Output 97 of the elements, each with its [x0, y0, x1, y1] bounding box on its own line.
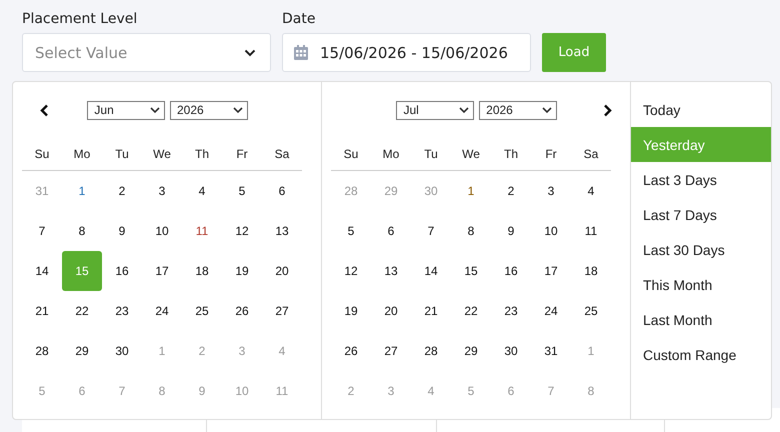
year-select[interactable]: 2026 — [479, 100, 557, 120]
calendar-day[interactable]: 29 — [62, 331, 102, 371]
calendar-day[interactable]: 20 — [371, 291, 411, 331]
calendar-day[interactable]: 23 — [102, 291, 142, 331]
calendar-day[interactable]: 22 — [62, 291, 102, 331]
calendar-day[interactable]: 21 — [411, 291, 451, 331]
calendar-day[interactable]: 14 — [411, 251, 451, 291]
calendar-day[interactable]: 11 — [571, 211, 611, 251]
weekday-label: Th — [194, 147, 210, 161]
field-label: Date — [282, 11, 316, 27]
calendar-day[interactable]: 2 — [102, 171, 142, 211]
chevron-down-icon — [459, 106, 470, 114]
calendar-day[interactable]: 19 — [331, 291, 371, 331]
weekday-label: Su — [342, 147, 360, 161]
weekday-label: Sa — [274, 147, 290, 161]
calendar-day[interactable]: 13 — [262, 211, 302, 251]
calendar-day[interactable]: 9 — [491, 211, 531, 251]
calendar-icon — [294, 45, 308, 60]
calendar-day[interactable]: 14 — [22, 251, 62, 291]
range-option[interactable]: Last 30 Days — [631, 232, 771, 267]
calendar-day[interactable]: 16 — [102, 251, 142, 291]
calendar-day[interactable]: 2 — [491, 171, 531, 211]
calendar-day[interactable]: 18 — [571, 251, 611, 291]
calendar-day[interactable]: 25 — [182, 291, 222, 331]
range-option[interactable]: Last 3 Days — [631, 162, 771, 197]
range-option[interactable]: Last 7 Days — [631, 197, 771, 232]
weekday-label: Mo — [72, 147, 92, 161]
calendar-day[interactable]: 7 — [411, 211, 451, 251]
calendar-day[interactable]: 27 — [371, 331, 411, 371]
calendar-day[interactable]: 26 — [331, 331, 371, 371]
calendar-day[interactable]: 4 — [182, 171, 222, 211]
calendar-day[interactable]: 5 — [222, 171, 262, 211]
calendar-day[interactable]: 16 — [491, 251, 531, 291]
calendar-day[interactable]: 1 — [451, 171, 491, 211]
previous-month-icon[interactable] — [40, 104, 49, 116]
range-option[interactable]: Today — [631, 92, 771, 127]
weekday-label: Fr — [544, 147, 558, 161]
calendar-day[interactable]: 29 — [451, 331, 491, 371]
calendar-day[interactable]: 5 — [331, 211, 371, 251]
range-option[interactable]: Custom Range — [631, 337, 771, 372]
field-label: Placement Level — [22, 11, 138, 27]
calendar-day[interactable]: 23 — [491, 291, 531, 331]
calendar-day[interactable]: 17 — [142, 251, 182, 291]
calendar-day[interactable]: 6 — [371, 211, 411, 251]
calendar-day[interactable]: 4 — [571, 171, 611, 211]
calendar-day[interactable]: 8 — [451, 211, 491, 251]
calendar-day[interactable]: 3 — [531, 171, 571, 211]
calendar-day[interactable]: 24 — [142, 291, 182, 331]
calendar-day[interactable]: 17 — [531, 251, 571, 291]
weekday-label: Tu — [114, 147, 130, 161]
weekday-label: We — [152, 147, 172, 161]
calendar-day[interactable]: 28 — [22, 331, 62, 371]
calendar-day[interactable]: 25 — [571, 291, 611, 331]
month-select[interactable]: Jun — [87, 100, 165, 120]
calendar-day[interactable]: 20 — [262, 251, 302, 291]
weekday-label: Sa — [582, 147, 600, 161]
chevron-down-icon — [244, 48, 256, 56]
calendar-day[interactable]: 6 — [262, 171, 302, 211]
calendar-day[interactable]: 9 — [102, 211, 142, 251]
calendar-day[interactable]: 10 — [531, 211, 571, 251]
weekday-label: Su — [34, 147, 50, 161]
weekday-label: Tu — [423, 147, 439, 161]
calendar-day[interactable]: 22 — [451, 291, 491, 331]
calendar-day[interactable]: 8 — [62, 211, 102, 251]
calendar-day[interactable]: 18 — [182, 251, 222, 291]
calendar-day[interactable]: 26 — [222, 291, 262, 331]
calendar-day[interactable]: 15 — [451, 251, 491, 291]
next-month-icon[interactable] — [603, 104, 612, 116]
chevron-down-icon — [232, 106, 243, 114]
calendar-day[interactable]: 28 — [411, 331, 451, 371]
calendar-day[interactable]: 31 — [531, 331, 571, 371]
calendar-day[interactable]: 30 — [491, 331, 531, 371]
range-option[interactable]: This Month — [631, 267, 771, 302]
calendar-day[interactable]: 10 — [142, 211, 182, 251]
calendar-day[interactable]: 24 — [531, 291, 571, 331]
calendar-day[interactable]: 30 — [102, 331, 142, 371]
calendar-day[interactable]: 11 — [182, 211, 222, 251]
weekday-label: Th — [502, 147, 519, 161]
year-select[interactable]: 2026 — [170, 100, 248, 120]
weekday-label: Mo — [382, 147, 400, 161]
month-select[interactable]: Jul — [396, 100, 474, 120]
date-range-field[interactable]: 15/06/2026 - 15/06/2026 — [282, 33, 531, 72]
weekday-label: We — [461, 147, 481, 161]
calendar-day[interactable]: 21 — [22, 291, 62, 331]
calendar-day[interactable]: 13 — [371, 251, 411, 291]
chevron-down-icon — [150, 106, 160, 114]
placement-select[interactable]: Select Value — [22, 33, 271, 72]
weekday-label: Fr — [235, 147, 249, 161]
chevron-down-icon — [542, 106, 552, 114]
calendar-day[interactable]: 19 — [222, 251, 262, 291]
calendar-day[interactable]: 12 — [331, 251, 371, 291]
calendar-day[interactable]: 3 — [142, 171, 182, 211]
calendar-day[interactable]: 1 — [62, 171, 102, 211]
calendar-day[interactable]: 7 — [22, 211, 62, 251]
calendar-day[interactable]: 27 — [262, 291, 302, 331]
range-option[interactable]: Last Month — [631, 302, 771, 337]
calendar-day[interactable]: 12 — [222, 211, 262, 251]
